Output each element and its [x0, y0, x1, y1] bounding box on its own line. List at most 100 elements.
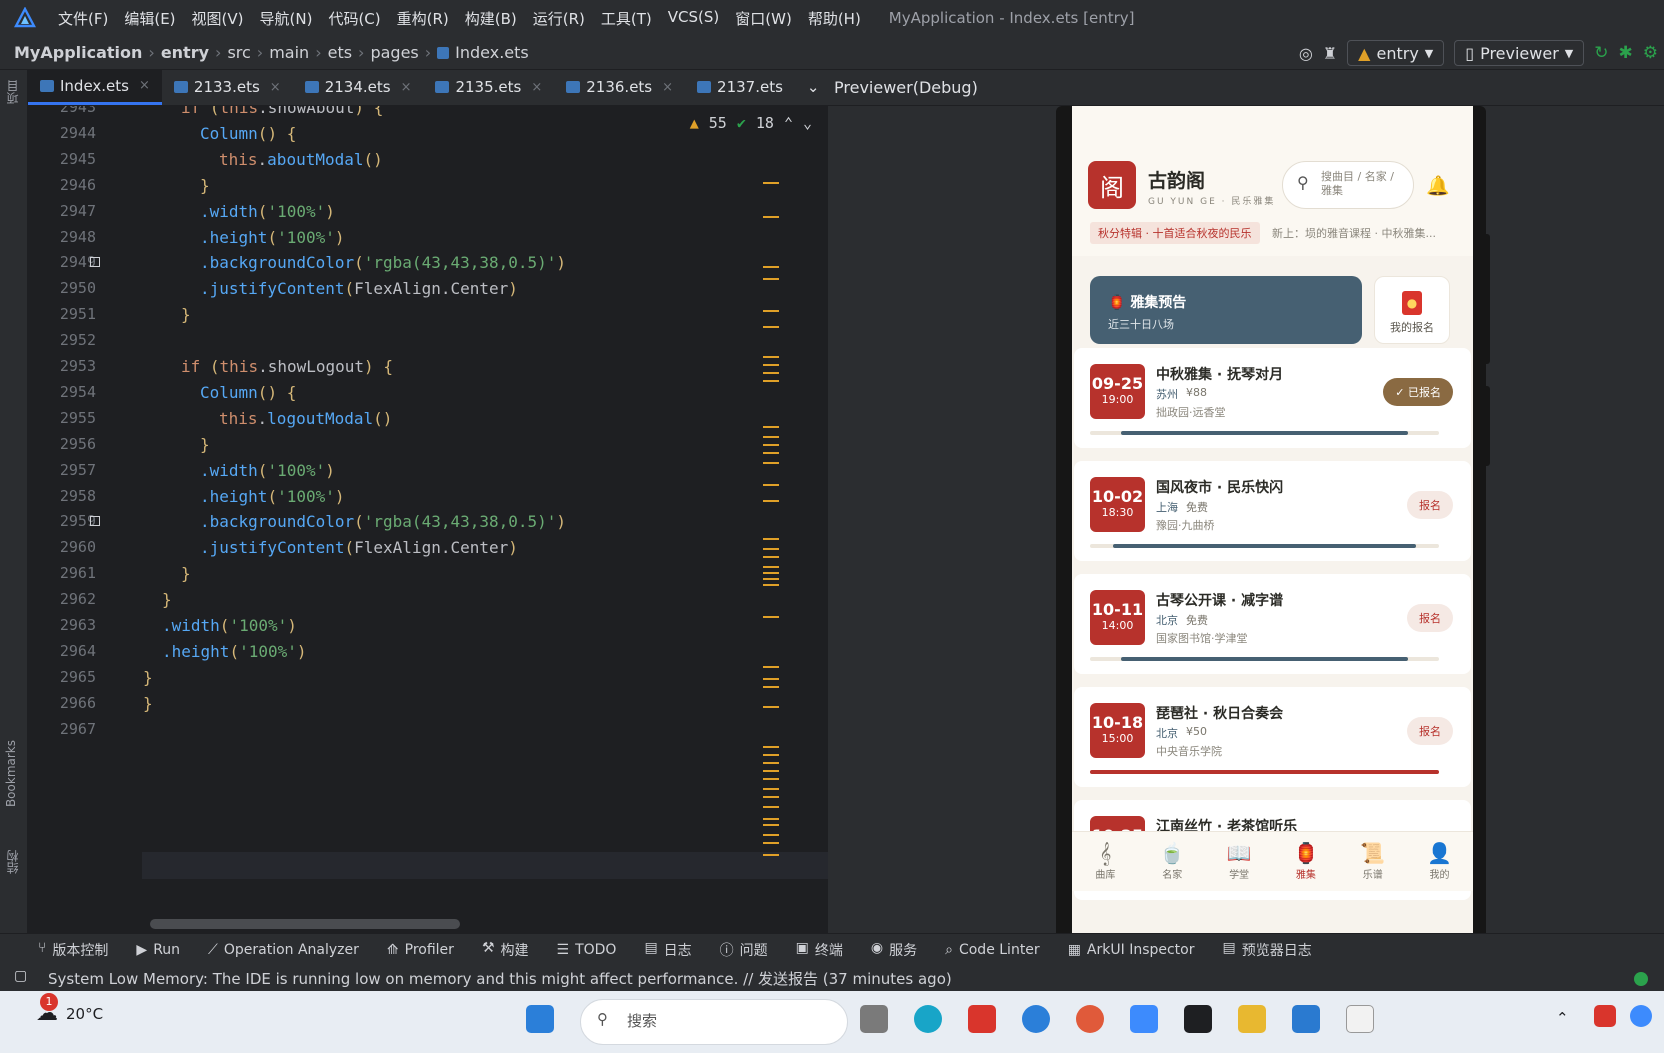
close-icon[interactable]: × [139, 78, 150, 93]
editor-tab[interactable]: 2136.ets × [554, 69, 685, 105]
warning-stripe-marker[interactable] [763, 584, 779, 586]
chevron-down-icon[interactable]: ⌄ [803, 114, 812, 132]
vscode-icon[interactable] [1292, 1005, 1320, 1033]
warning-stripe-marker[interactable] [763, 778, 779, 780]
tool-window-button[interactable]: ⟰ Profiler [387, 942, 454, 958]
editor-tab[interactable]: 2134.ets × [293, 69, 424, 105]
attach-icon[interactable]: ⚙ [1643, 43, 1658, 63]
warning-stripe-marker[interactable] [763, 834, 779, 836]
menu-item[interactable]: 构建(B) [457, 8, 525, 29]
wps-icon[interactable] [968, 1005, 996, 1033]
qq-icon[interactable] [1184, 1005, 1212, 1033]
tool-window-button[interactable]: ▶ Run [136, 942, 180, 958]
tool-window-button[interactable]: ▤ 日志 [644, 940, 691, 960]
warning-stripe-marker[interactable] [763, 436, 779, 438]
taskbar-search[interactable]: ⚲ 搜索 [580, 999, 848, 1045]
chrome-icon[interactable] [1076, 1005, 1104, 1033]
warning-stripe-marker[interactable] [763, 796, 779, 798]
warning-stripe-marker[interactable] [763, 746, 779, 748]
signup-button[interactable]: 报名 [1407, 491, 1453, 519]
breadcrumb-item[interactable]: Index.ets [455, 43, 529, 62]
warning-stripe-marker[interactable] [763, 500, 779, 502]
warning-stripe-marker[interactable] [763, 326, 779, 328]
tray-app-icon[interactable] [1630, 1005, 1652, 1027]
tool-window-button[interactable]: ▤ 预览器日志 [1223, 940, 1312, 960]
event-banner[interactable]: 🏮 雅集预告 近三十日八场 [1090, 276, 1362, 344]
menu-item[interactable]: 帮助(H) [800, 8, 869, 29]
warning-stripe-marker[interactable] [763, 278, 779, 280]
structure-tool-button[interactable]: 结构 [4, 850, 21, 874]
warning-stripe-marker[interactable] [763, 818, 779, 820]
horizontal-scrollbar[interactable] [150, 919, 460, 929]
tool-window-button[interactable]: ⌕ Code Linter [945, 942, 1040, 958]
warning-stripe-marker[interactable] [763, 182, 779, 184]
code-editor[interactable]: 2943 2944 2945 2946 2947 2948 2949 2950 2951 2952… [28, 106, 828, 933]
warning-stripe-marker[interactable] [763, 484, 779, 486]
breadcrumb-item[interactable]: pages [370, 43, 418, 62]
project-tool-button[interactable]: 项目 [4, 80, 21, 104]
event-card[interactable]: 09-25 19:00 中秋雅集 · 抚琴对月 苏州 ¥88 拙政园·远香堂 ✓ 已报名 [1074, 348, 1471, 448]
menu-item[interactable]: 代码(C) [320, 8, 388, 29]
warning-stripe-marker[interactable] [763, 572, 779, 574]
bottom-nav-item[interactable]: 𝄞 曲库 [1072, 832, 1139, 891]
tool-window-button[interactable]: ⟋ Operation Analyzer [208, 942, 359, 958]
tool-window-button[interactable]: ⑂ 版本控制 [38, 940, 108, 960]
warning-stripe-marker[interactable] [763, 762, 779, 764]
deveco-logo-icon[interactable] [0, 7, 50, 29]
event-card[interactable]: 10-02 18:30 国风夜市 · 民乐快闪 上海 免费 豫园·九曲桥 报名 [1074, 461, 1471, 561]
notepad-icon[interactable] [1346, 1005, 1374, 1033]
menu-item[interactable]: 编辑(E) [116, 8, 183, 29]
warning-stripe-marker[interactable] [763, 770, 779, 772]
tool-window-button[interactable]: ▦ ArkUI Inspector [1068, 942, 1195, 958]
warning-stripe-marker[interactable] [763, 356, 779, 358]
refresh-icon[interactable]: ↻ [1594, 43, 1608, 63]
signup-button[interactable]: 报名 [1407, 717, 1453, 745]
breakpoint-marker-icon[interactable] [90, 516, 100, 527]
layout-icon[interactable]: ▢ [14, 968, 27, 984]
warning-stripe-marker[interactable] [763, 616, 779, 618]
edge-icon[interactable] [914, 1005, 942, 1033]
close-icon[interactable]: × [270, 80, 281, 95]
breadcrumb-item[interactable]: src [227, 43, 250, 62]
status-message[interactable]: System Low Memory: The IDE is running lo… [48, 968, 952, 989]
tool-window-button[interactable]: ◉ 服务 [871, 940, 917, 960]
warning-stripe-marker[interactable] [763, 754, 779, 756]
event-card[interactable]: 10-11 14:00 古琴公开课 · 减字谱 北京 免费 国家图书馆·学津堂 报名 [1074, 574, 1471, 674]
feature-tag[interactable]: 秋分特辑 · 十首适合秋夜的民乐 [1090, 222, 1260, 244]
menu-item[interactable]: 窗口(W) [727, 8, 800, 29]
tool-window-button[interactable]: ⚒ 构建 [482, 940, 529, 960]
breadcrumb-item[interactable]: MyApplication [14, 43, 142, 62]
warning-stripe-marker[interactable] [763, 686, 779, 688]
robot-icon[interactable]: ♜ [1323, 44, 1337, 63]
bottom-nav-item[interactable]: 🍵 名家 [1139, 832, 1206, 891]
news-ticker[interactable]: 新上：埙的雅音课程 · 中秋雅集... [1272, 225, 1436, 241]
close-icon[interactable]: × [662, 80, 673, 95]
warning-stripe-marker[interactable] [763, 824, 779, 826]
menu-item[interactable]: 运行(R) [525, 8, 593, 29]
warning-stripe-marker[interactable] [763, 566, 779, 568]
weather-widget[interactable]: ☁ 1 20°C [36, 993, 103, 1026]
folder-icon[interactable] [1238, 1005, 1266, 1033]
bottom-nav-item[interactable]: 👤 我的 [1406, 832, 1473, 891]
warning-stripe-marker[interactable] [763, 452, 779, 454]
windows-start-icon[interactable] [526, 1005, 554, 1033]
warning-stripe-marker[interactable] [763, 310, 779, 312]
tab-list-chevron-icon[interactable]: ⌄ [795, 69, 832, 105]
warning-stripe-marker[interactable] [763, 364, 779, 366]
editor-tab[interactable]: 2133.ets × [162, 69, 293, 105]
warning-stripe-marker[interactable] [763, 556, 779, 558]
feishu-icon[interactable] [1022, 1005, 1050, 1033]
tool-window-button[interactable]: ⓘ 问题 [720, 940, 768, 960]
warning-stripe-marker[interactable] [763, 216, 779, 218]
target-icon[interactable]: ◎ [1299, 44, 1313, 63]
bell-icon[interactable]: 🔔 [1426, 174, 1450, 197]
signup-button[interactable]: 报名 [1407, 604, 1453, 632]
inspection-summary[interactable]: ▲ 55 ✔ 18 ⌃ ⌄ [690, 114, 812, 132]
warning-stripe-marker[interactable] [763, 706, 779, 708]
warning-stripe-marker[interactable] [763, 372, 779, 374]
menu-item[interactable]: 文件(F) [50, 8, 116, 29]
warning-stripe-marker[interactable] [763, 548, 779, 550]
close-icon[interactable]: × [531, 80, 542, 95]
app-search-input[interactable]: ⚲ 搜曲目 / 名家 / 雅集 [1282, 161, 1414, 209]
task-view-icon[interactable] [860, 1005, 888, 1033]
